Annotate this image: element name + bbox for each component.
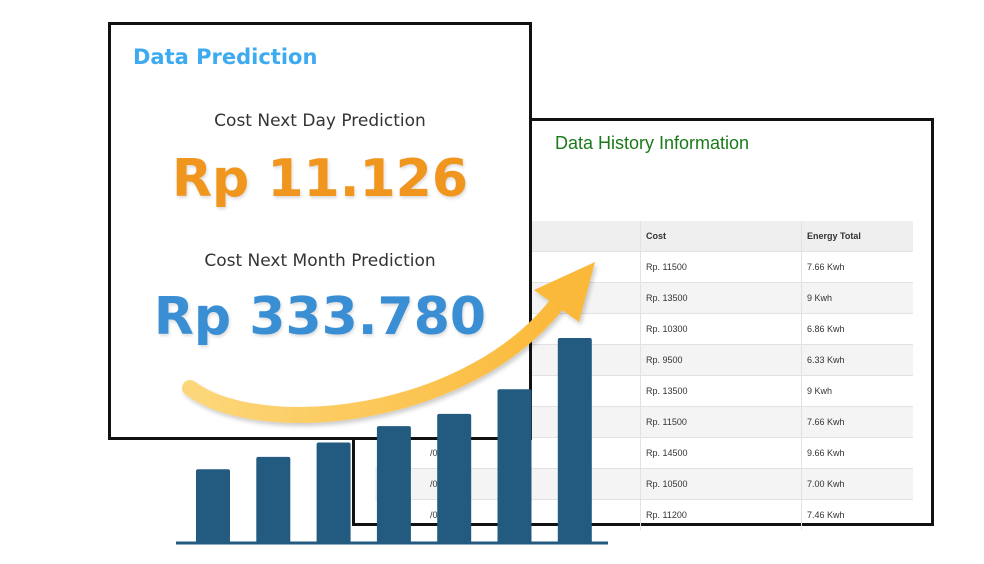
cell-cost: Rp. 11500: [640, 406, 802, 438]
day-prediction-value: Rp 11.126: [171, 149, 469, 209]
cell-cost: Rp. 13500: [640, 375, 802, 407]
cell-energy: 9.66 Kwh: [801, 437, 913, 469]
month-prediction-label: Cost Next Month Prediction: [204, 251, 436, 271]
growth-bar: [256, 456, 291, 543]
table-row: /08 Rp. 10500 7.00 Kwh: [375, 468, 913, 500]
cell-energy: 6.86 Kwh: [801, 313, 913, 345]
prediction-title: Data Prediction: [133, 45, 318, 69]
cell-cost: Rp. 10300: [640, 313, 802, 345]
table-row: /09 Rp. 11200 7.46 Kwh: [375, 499, 913, 530]
cell-energy: 7.66 Kwh: [801, 251, 913, 283]
month-prediction-value: Rp 333.780: [153, 287, 487, 347]
cell-cost: Rp. 13500: [640, 282, 802, 314]
growth-bar: [316, 442, 351, 543]
column-header-energy: Energy Total: [801, 221, 913, 252]
cell-energy: 6.33 Kwh: [801, 344, 913, 376]
cell-energy: 7.46 Kwh: [801, 499, 913, 530]
cell-date: /09: [375, 499, 641, 530]
column-header-cost: Cost: [640, 221, 802, 252]
table-row: /07 Rp. 14500 9.66 Kwh: [375, 437, 913, 469]
cell-energy: 7.66 Kwh: [801, 406, 913, 438]
cell-cost: Rp. 10500: [640, 468, 802, 500]
cell-date: /08: [375, 468, 641, 500]
history-title: Data History Information: [555, 133, 750, 153]
day-prediction-label: Cost Next Day Prediction: [214, 111, 426, 131]
cell-energy: 9 Kwh: [801, 375, 913, 407]
cell-date: /07: [375, 437, 641, 469]
cell-cost: Rp. 9500: [640, 344, 802, 376]
growth-bar: [196, 469, 230, 543]
prediction-panel: Data Prediction Cost Next Day Prediction…: [108, 22, 532, 440]
cell-cost: Rp. 11500: [640, 251, 802, 283]
cell-cost: Rp. 14500: [640, 437, 802, 469]
cell-energy: 9 Kwh: [801, 282, 913, 314]
cell-cost: Rp. 11200: [640, 499, 802, 530]
cell-energy: 7.00 Kwh: [801, 468, 913, 500]
